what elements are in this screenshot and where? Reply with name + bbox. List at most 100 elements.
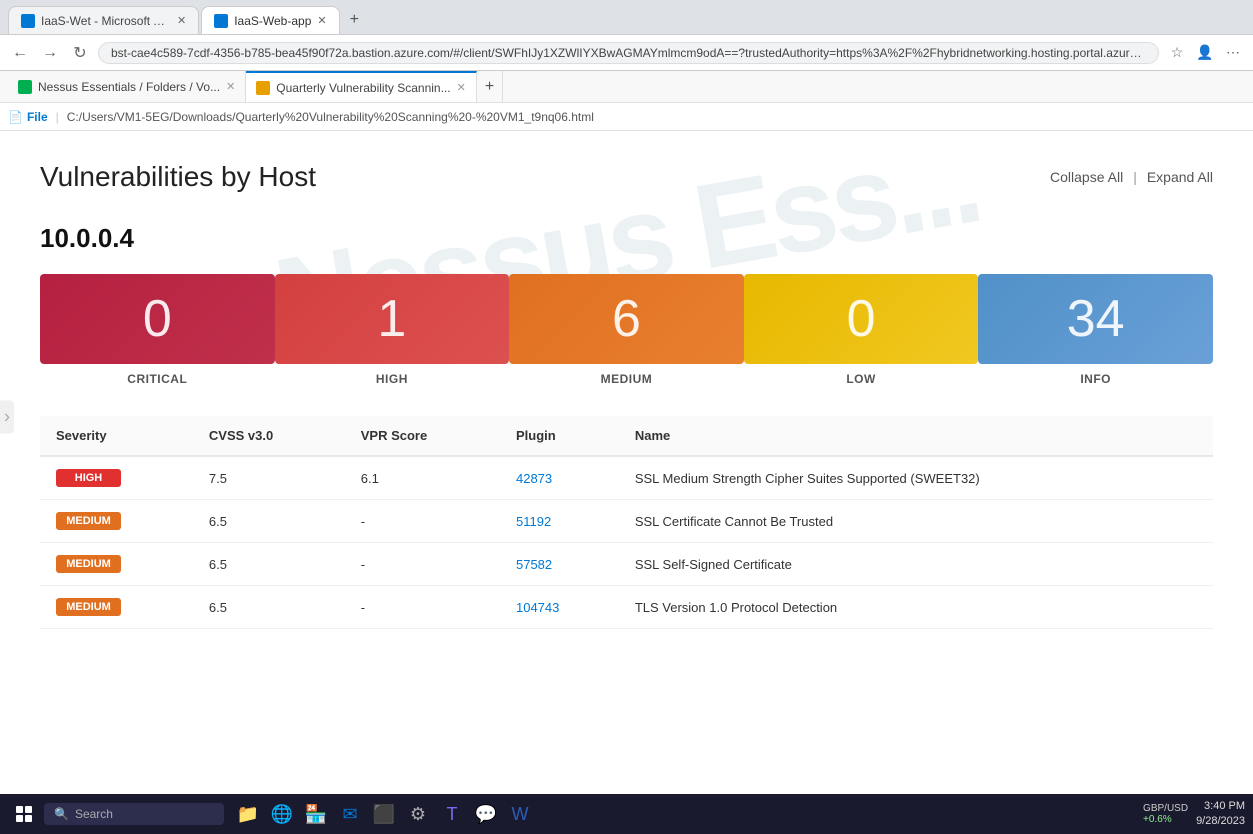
- url-input[interactable]: bst-cae4c589-7cdf-4356-b785-bea45f90f72a…: [98, 42, 1159, 64]
- new-tab-icon: +: [350, 11, 359, 29]
- taskbar-app-settings[interactable]: ⚙: [402, 798, 434, 830]
- start-square-3: [16, 815, 23, 822]
- score-label-high: HIGH: [376, 372, 408, 386]
- search-icon: 🔍: [54, 807, 69, 821]
- collapse-all-button[interactable]: Collapse All: [1050, 169, 1123, 185]
- score-card-box-high: 1: [275, 274, 510, 364]
- score-label-critical: CRITICAL: [127, 372, 187, 386]
- bookmark-button[interactable]: ☆: [1165, 41, 1189, 65]
- severity-cell-0: HIGH: [40, 456, 193, 500]
- score-label-low: LOW: [846, 372, 876, 386]
- plugin-cell-0[interactable]: 42873: [500, 456, 619, 500]
- col-header-severity: Severity: [40, 416, 193, 456]
- cvss-cell-0: 7.5: [193, 456, 345, 500]
- table-row: MEDIUM6.5-104743TLS Version 1.0 Protocol…: [40, 586, 1213, 629]
- score-card-low: 0 LOW: [744, 274, 979, 386]
- start-button[interactable]: [8, 798, 40, 830]
- new-file-tab-icon: +: [485, 78, 494, 96]
- taskbar-app-term[interactable]: ⬛: [368, 798, 400, 830]
- vpr-cell-3: -: [345, 586, 500, 629]
- taskbar-app-chat[interactable]: 💬: [470, 798, 502, 830]
- file-tab-label-quarterly: Quarterly Vulnerability Scannin...: [276, 81, 450, 95]
- name-cell-3: TLS Version 1.0 Protocol Detection: [619, 586, 1213, 629]
- expand-all-button[interactable]: Expand All: [1147, 169, 1213, 185]
- file-tab-quarterly[interactable]: Quarterly Vulnerability Scannin... ✕: [246, 71, 477, 102]
- score-cards: 0 CRITICAL 1 HIGH 6 MEDIUM: [40, 274, 1213, 386]
- score-value-critical: 0: [143, 289, 172, 349]
- tab-close-1[interactable]: ✕: [177, 14, 186, 27]
- table-header-row: Severity CVSS v3.0 VPR Score Plugin Name: [40, 416, 1213, 456]
- search-label: Search: [75, 807, 113, 821]
- back-button[interactable]: ←: [8, 41, 32, 65]
- taskbar-clock: 3:40 PM 9/28/2023: [1196, 799, 1245, 830]
- taskbar-app-store[interactable]: 🏪: [300, 798, 332, 830]
- table-row: HIGH7.56.142873SSL Medium Strength Ciphe…: [40, 456, 1213, 500]
- plugin-cell-3[interactable]: 104743: [500, 586, 619, 629]
- score-card-box-critical: 0: [40, 274, 275, 364]
- taskbar-app-teams[interactable]: T: [436, 798, 468, 830]
- score-value-info: 34: [1067, 289, 1125, 349]
- taskbar-app-word[interactable]: W: [504, 798, 536, 830]
- plugin-link-0[interactable]: 42873: [516, 471, 552, 486]
- windows-icon: [16, 806, 32, 822]
- profile-button[interactable]: 👤: [1193, 41, 1217, 65]
- settings-button[interactable]: ⋯: [1221, 41, 1245, 65]
- file-tab-close-1[interactable]: ✕: [226, 80, 235, 93]
- host-ip: 10.0.0.4: [40, 223, 1213, 254]
- col-header-cvss: CVSS v3.0: [193, 416, 345, 456]
- tab-favicon-1: [21, 14, 35, 28]
- header-divider: |: [1133, 169, 1137, 185]
- browser-tab-2[interactable]: IaaS-Web-app ✕: [201, 6, 339, 34]
- score-label-medium: MEDIUM: [601, 372, 653, 386]
- tab-close-2[interactable]: ✕: [317, 14, 326, 27]
- score-value-low: 0: [847, 289, 876, 349]
- score-card-info: 34 INFO: [978, 274, 1213, 386]
- taskbar-app-files[interactable]: 📁: [232, 798, 264, 830]
- main-content: Nessus Ess... Vulnerabilities by Host Co…: [0, 131, 1253, 731]
- score-label-info: INFO: [1080, 372, 1111, 386]
- reload-button[interactable]: ↻: [68, 41, 92, 65]
- severity-badge-1: MEDIUM: [56, 512, 121, 530]
- score-value-medium: 6: [612, 289, 641, 349]
- name-cell-0: SSL Medium Strength Cipher Suites Suppor…: [619, 456, 1213, 500]
- file-tab-icon-nessus: [18, 80, 32, 94]
- plugin-link-1[interactable]: 51192: [516, 514, 551, 529]
- taskbar-app-mail[interactable]: ✉: [334, 798, 366, 830]
- vpr-cell-1: -: [345, 500, 500, 543]
- path-bar-prefix: File: [27, 110, 48, 124]
- vulnerability-table: Severity CVSS v3.0 VPR Score Plugin Name…: [40, 416, 1213, 629]
- taskbar-date-display: 9/28/2023: [1196, 814, 1245, 829]
- browser-tab-new[interactable]: +: [342, 6, 367, 34]
- score-value-high: 1: [377, 289, 406, 349]
- browser-tab-1[interactable]: IaaS-Wet - Microsoft Azure ✕: [8, 6, 199, 34]
- col-header-name: Name: [619, 416, 1213, 456]
- start-square-1: [16, 806, 23, 813]
- vpr-cell-2: -: [345, 543, 500, 586]
- file-tab-close-2[interactable]: ✕: [457, 81, 466, 94]
- plugin-link-2[interactable]: 57582: [516, 557, 552, 572]
- path-bar: 📄 File | C:/Users/VM1-5EG/Downloads/Quar…: [0, 103, 1253, 131]
- file-tab-nessus[interactable]: Nessus Essentials / Folders / Vo... ✕: [8, 71, 246, 102]
- plugin-cell-1[interactable]: 51192: [500, 500, 619, 543]
- file-tab-new[interactable]: +: [477, 71, 503, 102]
- start-square-4: [25, 815, 32, 822]
- taskbar-search[interactable]: 🔍 Search: [44, 803, 224, 825]
- col-header-plugin: Plugin: [500, 416, 619, 456]
- browser-chrome: IaaS-Wet - Microsoft Azure ✕ IaaS-Web-ap…: [0, 0, 1253, 71]
- severity-badge-2: MEDIUM: [56, 555, 121, 573]
- scroll-left-arrow[interactable]: ›: [0, 401, 14, 434]
- severity-cell-3: MEDIUM: [40, 586, 193, 629]
- plugin-cell-2[interactable]: 57582: [500, 543, 619, 586]
- score-card-box-info: 34: [978, 274, 1213, 364]
- score-card-high: 1 HIGH: [275, 274, 510, 386]
- name-cell-2: SSL Self-Signed Certificate: [619, 543, 1213, 586]
- forward-button[interactable]: →: [38, 41, 62, 65]
- cvss-cell-1: 6.5: [193, 500, 345, 543]
- taskbar-app-edge[interactable]: 🌐: [266, 798, 298, 830]
- host-section: 10.0.0.4 0 CRITICAL 1 HIGH 6: [40, 223, 1213, 629]
- browser-actions: ☆ 👤 ⋯: [1165, 41, 1245, 65]
- page-header: Vulnerabilities by Host Collapse All | E…: [40, 161, 1213, 193]
- score-card-box-medium: 6: [509, 274, 744, 364]
- plugin-link-3[interactable]: 104743: [516, 600, 559, 615]
- taskbar-time-display: 3:40 PM: [1196, 799, 1245, 814]
